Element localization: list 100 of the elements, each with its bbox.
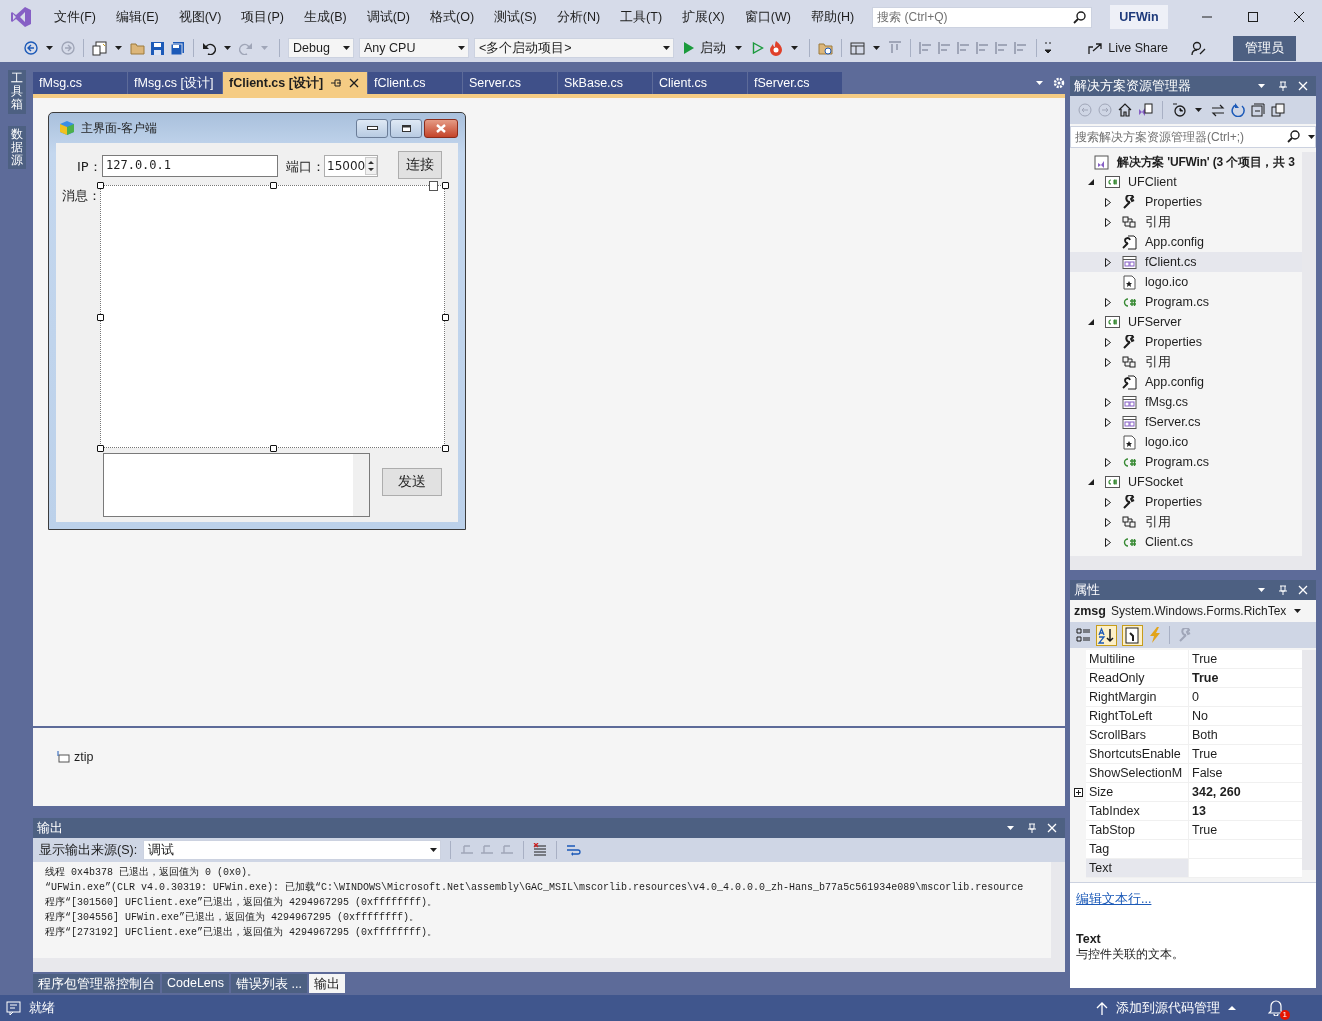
ip-field[interactable]: 127.0.0.1 — [102, 155, 278, 177]
collapsed-arrow-icon[interactable] — [1104, 257, 1112, 267]
tree-item[interactable]: Client.cs — [1070, 532, 1302, 552]
selection-handle[interactable] — [270, 445, 277, 452]
document-tab[interactable]: Server.cs — [463, 72, 558, 94]
live-share-button[interactable]: Live Share — [1088, 41, 1168, 55]
overflow-icon[interactable] — [1045, 42, 1051, 54]
expanded-arrow-icon[interactable] — [1087, 478, 1095, 486]
caret-icon[interactable] — [458, 46, 465, 50]
caret-icon[interactable] — [1007, 826, 1014, 830]
selection-handle[interactable] — [442, 314, 449, 321]
close-button[interactable] — [424, 118, 458, 138]
property-name[interactable]: Text — [1086, 859, 1188, 878]
tree-item[interactable]: UFSocket — [1070, 472, 1302, 492]
property-value[interactable]: True — [1188, 669, 1302, 688]
property-name[interactable]: ReadOnly — [1086, 669, 1188, 688]
expand-box-icon[interactable] — [1073, 788, 1083, 797]
collapsed-arrow-icon[interactable] — [1104, 457, 1112, 467]
tree-item[interactable]: UFClient — [1070, 172, 1302, 192]
collapsed-arrow-icon[interactable] — [1104, 537, 1112, 547]
menu-item[interactable]: 窗口(W) — [734, 8, 801, 26]
expanded-arrow-icon[interactable] — [1087, 178, 1095, 186]
copy-icon[interactable] — [1271, 103, 1285, 117]
caret-icon[interactable] — [115, 46, 122, 50]
tree-item[interactable]: fMsg.cs — [1070, 392, 1302, 412]
connect-button[interactable]: 连接 — [398, 151, 442, 179]
caret-icon[interactable] — [873, 46, 880, 50]
close-icon[interactable] — [1294, 12, 1304, 22]
collapsed-arrow-icon[interactable] — [1104, 417, 1112, 427]
caret-icon[interactable] — [1258, 84, 1265, 88]
sort-alphabetical-icon[interactable] — [1096, 624, 1117, 646]
search-icon[interactable] — [1073, 10, 1087, 24]
gear-icon[interactable] — [1053, 77, 1065, 89]
sync-icon[interactable] — [1211, 103, 1225, 117]
play-outline-icon[interactable] — [752, 42, 764, 54]
collapsed-arrow-icon[interactable] — [1104, 297, 1112, 307]
tree-item[interactable]: 引用 — [1070, 352, 1302, 372]
menu-item[interactable]: 测试(S) — [484, 8, 547, 26]
vs-logo-icon[interactable] — [10, 6, 32, 28]
menu-item[interactable]: 格式(O) — [420, 8, 485, 26]
object-selector[interactable]: zmsg System.Windows.Forms.RichTex — [1070, 600, 1316, 622]
tree-item[interactable]: Program.cs — [1070, 452, 1302, 472]
property-name[interactable]: TabStop — [1086, 821, 1188, 840]
caret-icon[interactable] — [343, 46, 350, 50]
collapsed-arrow-icon[interactable] — [1104, 497, 1112, 507]
scrollbar[interactable] — [1302, 152, 1316, 556]
collapsed-arrow-icon[interactable] — [1104, 197, 1112, 207]
selection-handle[interactable] — [97, 314, 104, 321]
caret-icon[interactable] — [1195, 108, 1202, 112]
tree-item[interactable]: Program.cs — [1070, 292, 1302, 312]
menu-item[interactable]: 视图(V) — [168, 8, 232, 26]
property-value[interactable]: False — [1188, 764, 1302, 783]
port-spinner[interactable]: 15000 — [324, 155, 378, 177]
selection-handle[interactable] — [97, 445, 104, 452]
tree-item[interactable]: App.config — [1070, 232, 1302, 252]
property-name[interactable]: ShortcutsEnable — [1086, 745, 1188, 764]
menu-item[interactable]: 扩展(X) — [672, 8, 735, 26]
document-tab[interactable]: fServer.cs — [748, 72, 843, 94]
expanded-arrow-icon[interactable] — [1087, 318, 1095, 326]
menu-item[interactable]: 编辑(E) — [105, 8, 169, 26]
tree-item[interactable]: fServer.cs — [1070, 412, 1302, 432]
back-arrow-icon[interactable] — [24, 41, 38, 55]
tree-item[interactable]: 解决方案 'UFWin' (3 个项目，共 3 — [1070, 152, 1302, 172]
categorized-icon[interactable] — [1076, 628, 1091, 642]
property-name[interactable]: Multiline — [1086, 650, 1188, 669]
platform-dropdown[interactable]: Any CPU — [359, 38, 469, 58]
property-value[interactable]: True — [1188, 650, 1302, 669]
send-button[interactable]: 发送 — [382, 468, 442, 496]
collapsed-arrow-icon[interactable] — [1104, 397, 1112, 407]
start-button[interactable]: 启动 — [679, 38, 747, 58]
menu-item[interactable]: 文件(F) — [44, 8, 106, 26]
clear-all-icon[interactable] — [533, 843, 548, 857]
collapse-all-icon[interactable] — [1251, 103, 1265, 117]
solution-views-icon[interactable] — [1138, 103, 1153, 117]
caret-icon[interactable] — [663, 46, 670, 50]
refresh-icon[interactable] — [1231, 103, 1245, 117]
input-textbox[interactable] — [103, 453, 370, 517]
output-source-dropdown[interactable]: 调试 — [143, 840, 442, 860]
save-all-icon[interactable] — [170, 40, 185, 56]
search-icon[interactable] — [1287, 130, 1300, 143]
maximize-button[interactable] — [390, 118, 422, 138]
property-value[interactable]: No — [1188, 707, 1302, 726]
caret-icon[interactable] — [791, 46, 798, 50]
property-pages-icon[interactable] — [1122, 624, 1143, 646]
scrollbar[interactable] — [1070, 556, 1316, 570]
output-window-icon[interactable] — [6, 1000, 21, 1016]
pending-changes-icon[interactable] — [1172, 103, 1186, 117]
tool-window-tab[interactable]: 程序包管理器控制台 — [33, 974, 160, 993]
document-tab[interactable]: fMsg.cs — [33, 72, 128, 94]
configuration-dropdown[interactable]: Debug — [288, 38, 354, 58]
source-control-button[interactable]: 添加到源代码管理 — [1096, 999, 1236, 1017]
caret-icon[interactable] — [1258, 588, 1265, 592]
spinner-arrows-icon[interactable] — [365, 157, 378, 175]
pin-icon[interactable] — [331, 78, 342, 88]
property-value[interactable]: 0 — [1188, 688, 1302, 707]
menu-item[interactable]: 工具(T) — [610, 8, 673, 26]
edit-lines-link[interactable]: 编辑文本行... — [1076, 892, 1152, 906]
smart-tag-icon[interactable] — [429, 181, 438, 191]
property-name[interactable]: ShowSelectionM — [1086, 764, 1188, 783]
caret-icon[interactable] — [430, 848, 438, 852]
